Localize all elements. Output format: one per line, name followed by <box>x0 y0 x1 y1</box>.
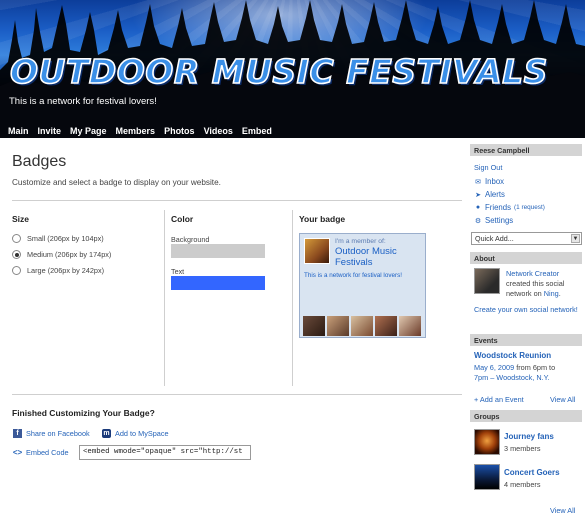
site-title[interactable]: OUTDOOR MUSIC FESTIVALS <box>9 51 548 92</box>
megaphone-icon: ➤ <box>475 191 481 199</box>
sign-out-link[interactable]: Sign Out <box>474 163 502 172</box>
envelope-icon: ✉ <box>475 178 481 186</box>
divider <box>12 394 462 395</box>
add-myspace-label: Add to MySpace <box>115 429 169 438</box>
top-nav: Main Invite My Page Members Photos Video… <box>8 126 281 136</box>
network-creator-link[interactable]: Network Creator <box>506 269 559 278</box>
finish-heading: Finished Customizing Your Badge? <box>12 408 155 418</box>
your-badge-heading: Your badge <box>299 214 346 224</box>
size-option-medium[interactable]: Medium (206px by 174px) <box>12 250 111 259</box>
group-member-count: 3 members <box>504 444 541 453</box>
event-time-location[interactable]: 7pm – Woodstock, N.Y. <box>474 373 550 382</box>
size-option-large[interactable]: Large (206px by 242px) <box>12 266 104 275</box>
friends-request-count[interactable]: (1 request) <box>514 204 545 211</box>
event-details: May 6, 2009 from 6pm to 7pm – Woodstock,… <box>474 363 584 383</box>
nav-photos[interactable]: Photos <box>164 126 195 136</box>
friends-label: Friends <box>485 203 511 212</box>
create-own-network-link[interactable]: Create your own social network! <box>474 305 580 315</box>
nav-my-page[interactable]: My Page <box>70 126 107 136</box>
color-heading: Color <box>171 214 194 224</box>
share-on-facebook-link[interactable]: f Share on Facebook <box>13 429 90 438</box>
user-name-header: Reese Campbell <box>470 144 582 156</box>
add-event-link[interactable]: + Add an Event <box>474 395 524 404</box>
inbox-link[interactable]: ✉ Inbox <box>474 177 504 186</box>
size-option-label: Medium (206px by 174px) <box>27 250 112 259</box>
nav-embed[interactable]: Embed <box>242 126 272 136</box>
quick-add-value: Quick Add... <box>475 234 514 243</box>
main-content: Badges Customize and select a badge to d… <box>0 138 468 526</box>
groups-view-all-link[interactable]: View All <box>550 506 575 515</box>
inbox-label: Inbox <box>485 177 505 186</box>
sidebar: Reese Campbell Sign Out ✉ Inbox ➤ Alerts… <box>470 138 585 526</box>
background-color-label: Background <box>171 235 210 244</box>
size-option-label: Small (206px by 104px) <box>27 234 104 243</box>
embed-code-icon: <> <box>12 448 23 457</box>
group-member-count: 4 members <box>504 480 541 489</box>
nav-main[interactable]: Main <box>8 126 29 136</box>
text-color-swatch[interactable] <box>171 276 265 290</box>
divider <box>12 200 462 201</box>
column-divider <box>164 210 165 386</box>
about-header: About <box>470 252 582 264</box>
facebook-icon: f <box>13 429 22 438</box>
share-facebook-label: Share on Facebook <box>26 429 90 438</box>
settings-link[interactable]: ⚙ Settings <box>474 216 513 225</box>
gear-icon: ⚙ <box>474 217 482 225</box>
member-thumbnail <box>399 316 421 336</box>
badge-tagline: This is a network for festival lovers! <box>304 272 402 279</box>
badge-preview: I'm a member of: Outdoor Music Festivals… <box>299 233 426 338</box>
badge-member-of: I'm a member of: <box>335 238 386 245</box>
nav-members[interactable]: Members <box>116 126 156 136</box>
group-image[interactable] <box>474 429 500 455</box>
event-date-link[interactable]: May 6, 2009 <box>474 363 514 372</box>
chevron-down-icon[interactable]: ▼ <box>571 234 580 243</box>
event-title-link[interactable]: Woodstock Reunion <box>474 351 551 360</box>
member-thumbnail <box>327 316 349 336</box>
group-name-link[interactable]: Journey fans <box>504 432 554 441</box>
radio-button[interactable] <box>12 234 21 243</box>
badge-network-name: Outdoor Music Festivals <box>335 246 397 268</box>
person-icon: ● <box>475 204 481 211</box>
groups-header: Groups <box>470 410 582 422</box>
group-image[interactable] <box>474 464 500 490</box>
embed-code-label: Embed Code <box>26 448 69 457</box>
badge-network-image <box>304 238 330 264</box>
size-option-small[interactable]: Small (206px by 104px) <box>12 234 104 243</box>
site-tagline: This is a network for festival lovers! <box>9 96 157 107</box>
quick-add-select[interactable]: Quick Add... ▼ <box>471 232 582 245</box>
site-banner: OUTDOOR MUSIC FESTIVALS This is a networ… <box>0 0 585 138</box>
ning-link[interactable]: Ning <box>544 289 559 298</box>
page-description: Customize and select a badge to display … <box>12 178 221 187</box>
member-thumbnail <box>375 316 397 336</box>
size-heading: Size <box>12 214 30 224</box>
friends-link[interactable]: ● Friends (1 request) <box>474 203 545 212</box>
alerts-link[interactable]: ➤ Alerts <box>474 190 505 199</box>
events-header: Events <box>470 334 582 346</box>
radio-button-selected[interactable] <box>12 250 21 259</box>
myspace-icon: m <box>102 429 111 438</box>
radio-button[interactable] <box>12 266 21 275</box>
settings-label: Settings <box>485 216 514 225</box>
badge-member-thumbnails <box>303 316 421 336</box>
alerts-label: Alerts <box>485 190 505 199</box>
embed-code-link[interactable]: <> Embed Code <box>13 448 69 457</box>
nav-invite[interactable]: Invite <box>38 126 62 136</box>
group-name-link[interactable]: Concert Goers <box>504 468 560 477</box>
background-color-swatch[interactable] <box>171 244 265 258</box>
column-divider <box>292 210 293 386</box>
text-color-label: Text <box>171 267 185 276</box>
network-creator-avatar[interactable] <box>474 268 500 294</box>
about-text: Network Creator created this social netw… <box>506 269 565 298</box>
event-from-text: from 6pm to <box>516 363 556 372</box>
page-title: Badges <box>12 153 67 170</box>
embed-code-field[interactable]: <embed wmode="opaque" src="http://st <box>79 445 251 460</box>
size-option-label: Large (206px by 242px) <box>27 266 105 275</box>
nav-videos[interactable]: Videos <box>204 126 233 136</box>
member-thumbnail <box>303 316 325 336</box>
add-to-myspace-link[interactable]: m Add to MySpace <box>102 429 169 438</box>
member-thumbnail <box>351 316 373 336</box>
events-view-all-link[interactable]: View All <box>550 395 575 404</box>
